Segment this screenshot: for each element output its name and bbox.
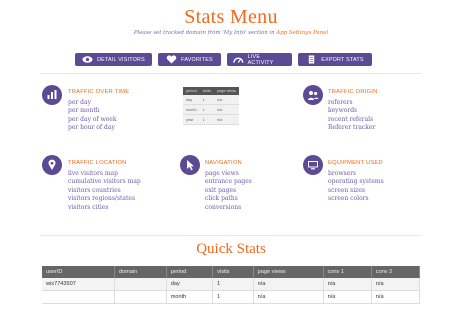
divider [40,73,422,74]
table-cell: n/a [253,290,324,304]
traffic-origin-list: referers keywords recent referals Refere… [328,99,375,133]
traffic-origin-icon [303,85,323,105]
document-icon [309,55,315,64]
table-cell: wix7743507 [42,278,116,291]
detail-visitors-button[interactable]: DETAIL VISITORS [75,53,152,66]
column-header: conv 1 [323,266,372,278]
link-referers[interactable]: referers [328,99,375,107]
toolbar: DETAIL VISITORS FAVORITES LIVE ACTIVITY … [75,53,372,66]
summary-table: period visits page views day 1 n/a month… [183,87,239,125]
link-visitors-countries[interactable]: visitors countries [68,187,141,195]
quick-stats-table: userID domain period visits page views c… [42,266,421,304]
heart-icon [166,55,177,64]
table-cell: 1 [212,290,254,304]
table-cell: 1 [212,278,254,291]
link-entrance-pages[interactable]: entrance pages [205,178,252,186]
page-title: Stats Menu [184,6,278,28]
link-per-hour-of-day[interactable]: per hour of day [68,124,117,132]
live-activity-label: LIVE ACTIVITY [247,53,274,66]
link-per-month[interactable]: per month [68,107,117,115]
table-cell: 1 [199,95,214,105]
traffic-over-time-heading: TRAFFIC OVER TIME [68,89,130,95]
gauge-icon [233,57,244,63]
link-keywords[interactable]: keywords [328,107,375,115]
table-row: wix7743507 day 1 n/a n/a n/a [42,278,421,291]
column-header: domain [114,266,167,278]
table-cell: n/a [323,278,372,291]
favorites-label: FAVORITES [181,56,213,63]
column-header: period [166,266,214,278]
table-row: month 1 n/a [183,104,239,115]
quick-stats-title: Quick Stats [196,241,266,257]
traffic-location-heading: TRAFFIC LOCATION [68,160,127,166]
link-operating-systems[interactable]: operating systems [328,178,384,186]
table-cell: day [183,95,200,105]
link-per-day[interactable]: per day [68,99,117,107]
column-header: page views [253,266,324,278]
traffic-location-icon [42,155,62,175]
link-conversions[interactable]: conversions [205,204,252,212]
navigation-list: page views entrance pages exit pages cli… [205,170,252,212]
navigation-heading: NAVIGATION [205,160,242,166]
table-cell: 1 [199,104,214,115]
summary-header: visits [199,87,214,95]
link-visitors-regions[interactable]: visitors regions/states [68,195,141,203]
table-cell: 1 [199,114,214,125]
column-header: userID [42,266,116,278]
table-cell: n/a [253,278,324,291]
equipment-used-icon [303,155,323,175]
table-cell: month [166,290,214,304]
link-browsers[interactable]: browsers [328,170,384,178]
table-cell: n/a [371,290,421,304]
link-screen-sizes[interactable]: screen sizes [328,187,384,195]
link-per-day-of-week[interactable]: per day of week [68,116,117,124]
traffic-over-time-list: per day per month per day of week per ho… [68,99,117,133]
eye-icon [82,56,93,63]
link-visitors-cities[interactable]: visitors cities [68,204,141,212]
navigation-icon [180,155,200,175]
column-header: conv 2 [371,266,421,278]
summary-header: page views [214,87,239,95]
link-cumulative-visitors-map[interactable]: cumulative visitors map [68,178,141,186]
table-cell: n/a [214,104,239,115]
link-exit-pages[interactable]: exit pages [205,187,252,195]
detail-visitors-label: DETAIL VISITORS [97,56,145,63]
table-cell [42,290,116,304]
table-cell: day [166,278,214,291]
link-referer-tracker[interactable]: Referer tracker [328,124,375,132]
summary-header: period [183,87,200,95]
table-cell: n/a [323,290,372,304]
column-header: visits [212,266,254,278]
equipment-used-heading: EQUIPMENT USED [328,160,383,166]
table-row: year 1 n/a [183,114,239,125]
table-cell: n/a [214,95,239,105]
page-subtitle: Please set tracked domain from 'My Info'… [0,30,462,36]
traffic-location-list: live visitors map cumulative visitors ma… [68,170,141,212]
link-page-views[interactable]: page views [205,170,252,178]
table-cell [114,278,167,291]
table-cell: n/a [371,278,421,291]
table-row: month 1 n/a n/a n/a [42,290,421,304]
favorites-button[interactable]: FAVORITES [158,53,221,66]
app-settings-link[interactable]: App Settings Panel [276,30,328,36]
table-cell [114,290,167,304]
traffic-over-time-icon [42,85,62,105]
live-activity-button[interactable]: LIVE ACTIVITY [227,53,292,66]
table-cell: year [183,114,200,125]
divider [40,235,422,236]
export-stats-button[interactable]: EXPORT STATS [298,53,372,66]
link-recent-referals[interactable]: recent referals [328,116,375,124]
export-stats-label: EXPORT STATS [321,56,364,63]
link-screen-colors[interactable]: screen colors [328,195,384,203]
equipment-used-list: browsers operating systems screen sizes … [328,170,384,204]
table-cell: month [183,104,200,115]
traffic-origin-heading: TRAFFIC ORIGIN [328,89,378,95]
table-cell: n/a [214,114,239,125]
table-row: day 1 n/a [183,95,239,105]
link-live-visitors-map[interactable]: live visitors map [68,170,141,178]
subtitle-text: Please set tracked domain from 'My Info'… [133,30,277,36]
link-click-paths[interactable]: click paths [205,195,252,203]
